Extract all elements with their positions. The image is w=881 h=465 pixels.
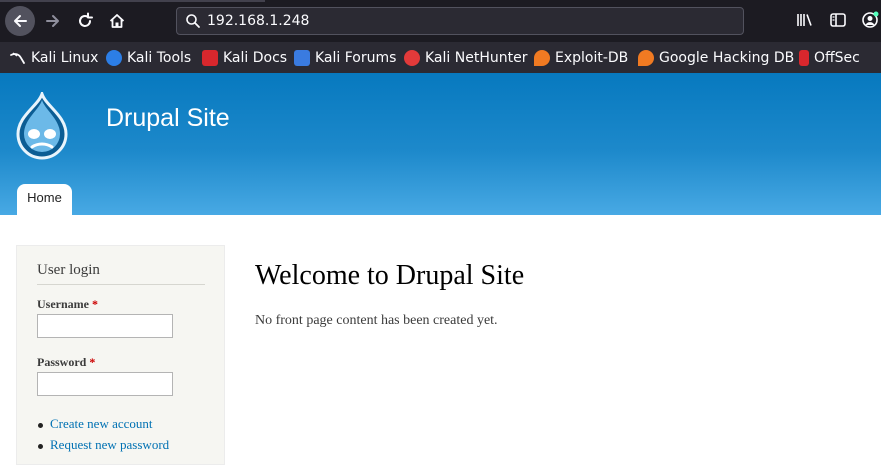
arrow-right-icon (46, 15, 59, 27)
forward-button[interactable] (38, 6, 68, 36)
reload-button[interactable] (70, 6, 100, 36)
home-icon (109, 14, 125, 28)
divider (37, 284, 205, 285)
bookmark-label: Kali Docs (223, 49, 288, 66)
kali-docs-icon (202, 49, 218, 66)
request-password-link[interactable]: Request new password (50, 437, 169, 452)
library-icon[interactable] (796, 11, 814, 29)
username-field[interactable] (37, 314, 173, 338)
bookmark-label: Exploit-DB (555, 49, 629, 66)
username-label: Username * (37, 297, 98, 311)
list-item: Request new password (37, 437, 169, 458)
url-text[interactable]: 192.168.1.248 (207, 12, 309, 30)
bookmark-kali-docs[interactable]: Kali Docs (202, 42, 287, 73)
bookmark-label: Google Hacking DB (659, 49, 795, 66)
bookmark-exploit-db[interactable]: Exploit-DB (534, 42, 628, 73)
bookmark-kali-tools[interactable]: Kali Tools (106, 42, 191, 73)
site-name[interactable]: Drupal Site (106, 104, 230, 133)
create-account-link[interactable]: Create new account (50, 416, 153, 431)
sidebar-toggle-icon[interactable] (829, 11, 847, 29)
front-page-message: No front page content has been created y… (255, 313, 498, 328)
exploit-db-icon (534, 49, 550, 66)
kali-tools-icon (106, 49, 122, 66)
tab-home[interactable]: Home (17, 184, 72, 215)
user-login-block: User login Username * Password * Create … (16, 245, 225, 465)
password-field[interactable] (37, 372, 173, 396)
drupal-logo-icon[interactable] (12, 92, 72, 160)
bookmark-label: Kali Tools (127, 49, 192, 66)
block-title: User login (37, 262, 100, 278)
ghdb-icon (638, 49, 654, 66)
account-icon[interactable] (861, 11, 879, 29)
search-icon (186, 14, 200, 28)
reload-icon (79, 12, 93, 27)
kali-dragon-icon (10, 50, 26, 66)
site-header: Drupal Site Home (0, 73, 881, 215)
required-marker: * (89, 355, 96, 369)
tab-strip-edge (0, 0, 265, 2)
kali-nethunter-icon (404, 49, 420, 66)
bookmark-kali-linux[interactable]: Kali Linux (10, 42, 98, 73)
bookmark-google-hacking-db[interactable]: Google Hacking DB (638, 42, 794, 73)
bookmark-kali-nethunter[interactable]: Kali NetHunter (404, 42, 527, 73)
home-button[interactable] (102, 6, 132, 36)
bookmark-label: Kali NetHunter (425, 49, 528, 66)
address-bar[interactable]: 192.168.1.248 (176, 7, 744, 35)
offsec-icon (799, 49, 809, 66)
bookmarks-toolbar: Kali Linux Kali Tools Kali Docs Kali For… (0, 42, 881, 73)
login-links: Create new account Request new password (37, 416, 169, 458)
required-marker: * (91, 297, 98, 311)
bookmark-label: Kali Forums (315, 49, 397, 66)
password-label: Password * (37, 355, 96, 369)
kali-forums-icon (294, 49, 310, 66)
back-button[interactable] (5, 6, 35, 36)
list-item: Create new account (37, 416, 169, 437)
page-title: Welcome to Drupal Site (255, 260, 525, 291)
bookmark-kali-forums[interactable]: Kali Forums (294, 42, 396, 73)
bookmark-offsec[interactable]: OffSec (799, 42, 860, 73)
browser-toolbar: 192.168.1.248 (0, 0, 881, 42)
arrow-left-icon (14, 15, 27, 27)
bookmark-label: OffSec (814, 49, 860, 66)
bookmark-label: Kali Linux (31, 49, 99, 66)
